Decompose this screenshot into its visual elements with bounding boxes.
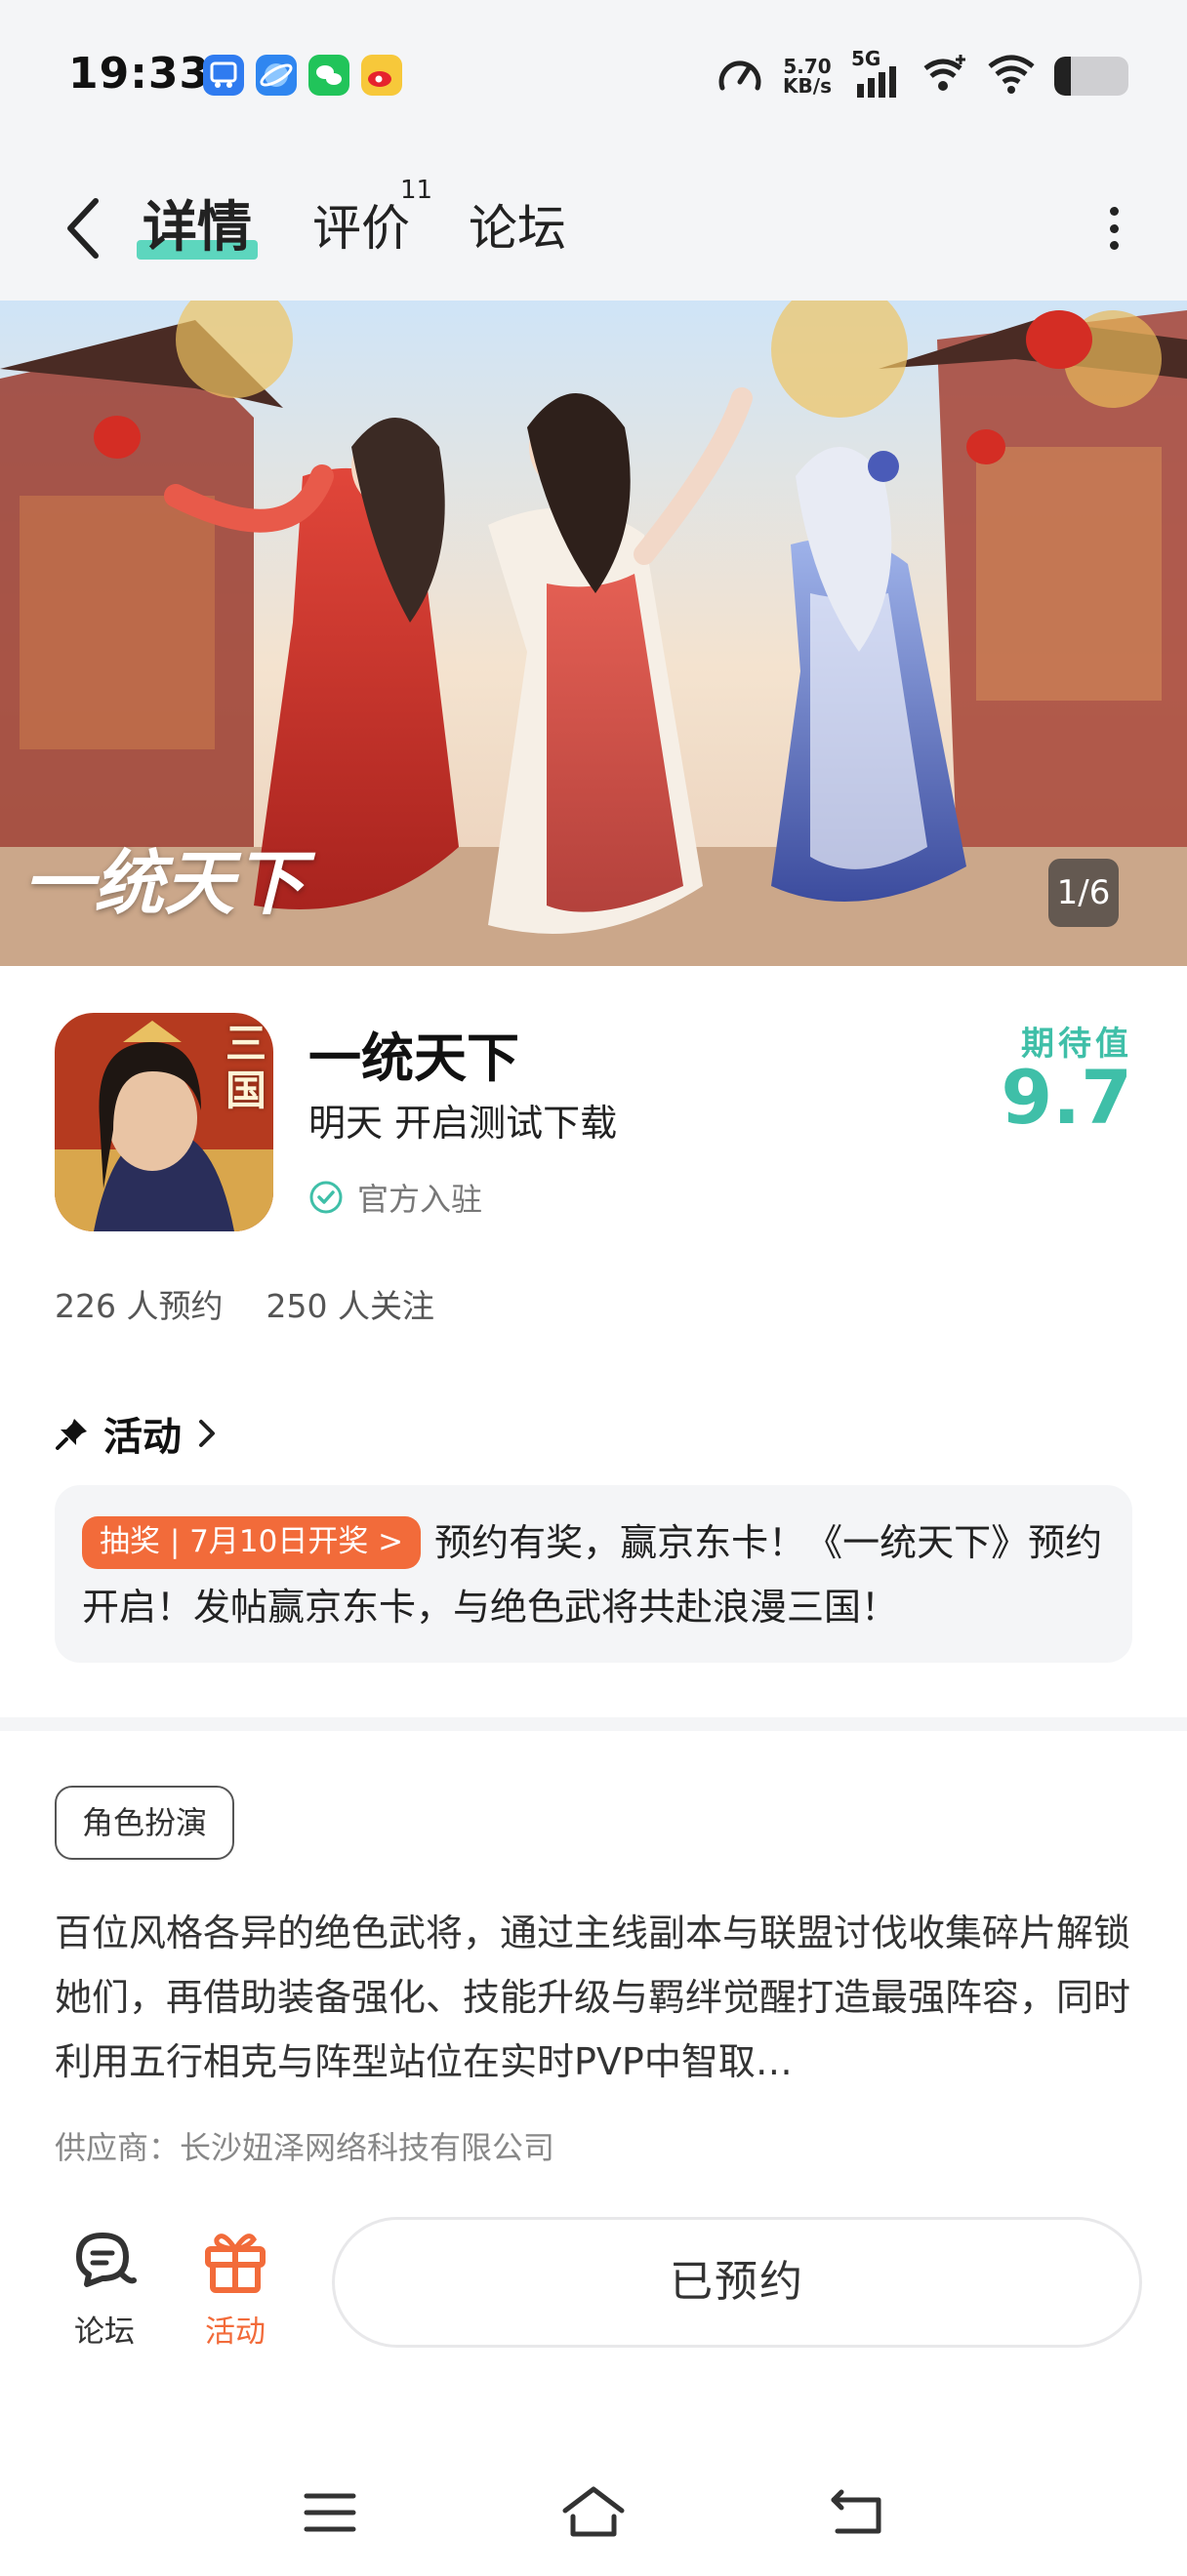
- tab-review-label: 评价: [312, 200, 410, 257]
- app-stats: 226 人预约 250 人关注: [55, 1280, 434, 1327]
- net-speed-unit: KB/s: [783, 74, 832, 98]
- speedometer-icon: [716, 53, 763, 100]
- supplier-info: 供应商：长沙妞泽网络科技有限公司: [55, 2129, 555, 2166]
- activity-card[interactable]: 抽奖 | 7月10日开奖 > 预约有奖，赢京东卡！《一统天下》预约开启！发帖赢京东…: [55, 1485, 1132, 1663]
- genre-tag[interactable]: 角色扮演: [55, 1786, 235, 1860]
- more-dot: [1109, 223, 1119, 233]
- chevron-right-icon: [199, 1420, 215, 1447]
- chat-bubble-icon: [76, 2233, 137, 2287]
- back-nav-button[interactable]: [818, 2478, 896, 2547]
- follower-count: 250 人关注: [266, 1287, 434, 1325]
- back-button[interactable]: [57, 189, 111, 267]
- status-time: 19:33: [68, 49, 211, 99]
- forum-shortcut[interactable]: 论坛: [51, 2225, 158, 2351]
- weibo-icon: [361, 55, 402, 96]
- more-dot: [1109, 207, 1119, 216]
- home-icon: [562, 2486, 625, 2537]
- tab-forum-label: 论坛: [469, 200, 566, 257]
- expectation-score: 9.7: [1001, 1054, 1132, 1141]
- tab-detail-label: 详情: [143, 196, 252, 260]
- top-nav: 详情 评价 11 论坛: [0, 156, 1187, 301]
- more-dot: [1109, 241, 1119, 250]
- wechat-icon: [308, 55, 349, 96]
- more-options-button[interactable]: [1099, 195, 1128, 262]
- app-icon: 三国: [55, 1013, 273, 1231]
- battery-fill: [1054, 57, 1071, 96]
- pin-icon: [56, 1419, 87, 1450]
- return-icon: [831, 2489, 881, 2534]
- official-badge-label: 官方入驻: [357, 1181, 483, 1218]
- app-title: 一统天下: [308, 1027, 519, 1089]
- signal-bars-icon: [857, 66, 896, 98]
- scissors-app-icon: [203, 55, 244, 96]
- system-nav-bar: [0, 2439, 1187, 2576]
- banner-logo-text: 一统天下: [23, 841, 306, 924]
- forum-shortcut-label: 论坛: [74, 2314, 135, 2350]
- official-badge: 官方入驻: [308, 1175, 482, 1220]
- menu-icon: [304, 2493, 356, 2532]
- app-detail-page: 19:33 5.70 KB/s 5G 详情 评价 11 论坛 一统天下 1/6 …: [0, 0, 1187, 2576]
- net-speed-value: 5.70: [783, 55, 832, 78]
- net-speed: 5.70 KB/s: [783, 57, 832, 96]
- cellular-signal: 5G: [851, 47, 902, 101]
- reserved-button[interactable]: 已预约: [332, 2217, 1142, 2348]
- tab-review[interactable]: 评价: [312, 189, 410, 267]
- app-icon-text: 三国: [225, 1020, 266, 1114]
- activity-shortcut-label: 活动: [205, 2314, 266, 2350]
- game-description[interactable]: 百位风格各异的绝色武将，通过主线副本与联盟讨伐收集碎片解锁她们，再借助装备强化、…: [55, 1901, 1136, 2094]
- home-nav-button[interactable]: [554, 2478, 633, 2547]
- browser-app-icon: [256, 55, 297, 96]
- carousel-counter: 1/6: [1048, 859, 1119, 927]
- status-indicators: 5.70 KB/s 5G: [716, 47, 1128, 103]
- screenshot-carousel[interactable]: 一统天下 1/6: [0, 301, 1187, 966]
- section-divider: [0, 1717, 1187, 1731]
- menu-nav-button[interactable]: [291, 2478, 369, 2547]
- activity-header-label: 活动: [103, 1415, 182, 1460]
- back-arrow-icon: [67, 198, 99, 259]
- status-bar: 19:33 5.70 KB/s 5G: [0, 0, 1187, 156]
- battery-icon: [1054, 57, 1128, 96]
- wifi-plus-icon: [921, 53, 968, 100]
- activity-header[interactable]: 活动: [55, 1405, 219, 1462]
- tab-forum[interactable]: 论坛: [469, 189, 566, 267]
- activity-shortcut[interactable]: 活动: [182, 2225, 289, 2351]
- lottery-tag: 抽奖 | 7月10日开奖 >: [82, 1515, 422, 1569]
- tab-detail[interactable]: 详情: [137, 189, 258, 267]
- reservation-count: 226 人预约: [55, 1287, 224, 1325]
- wifi-icon: [988, 53, 1035, 100]
- review-count-badge: 11: [400, 176, 433, 205]
- verified-check-icon: [309, 1181, 343, 1214]
- app-release-status: 明天 开启测试下载: [308, 1102, 618, 1145]
- gift-icon: [205, 2234, 266, 2293]
